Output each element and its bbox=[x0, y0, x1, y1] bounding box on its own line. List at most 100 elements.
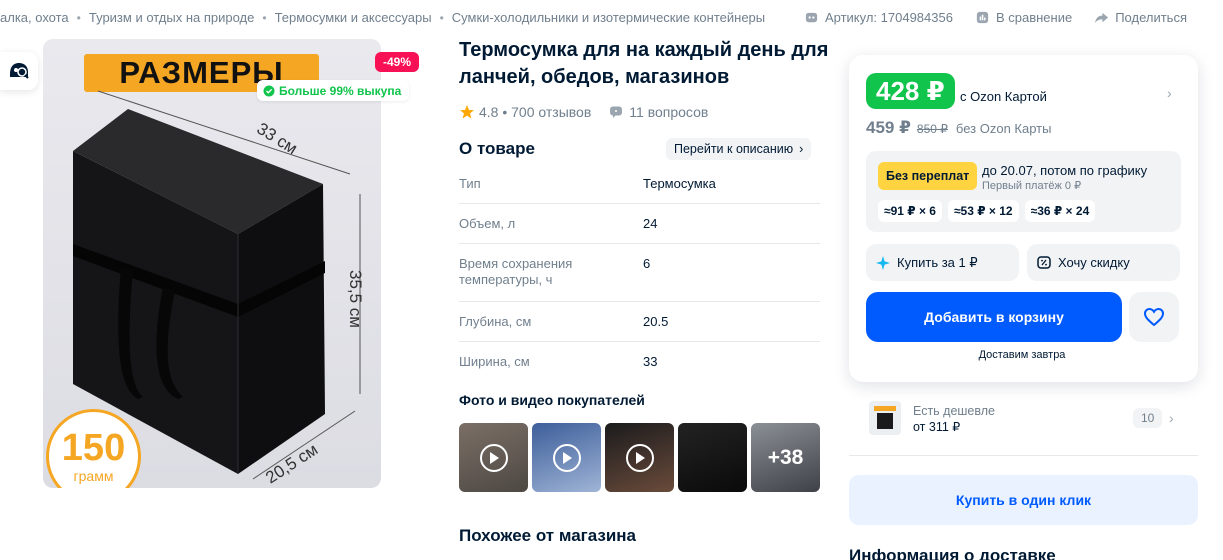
installment-plan[interactable]: ≈91 ₽ × 6 bbox=[878, 200, 942, 222]
price-card: 428 ₽ с Ozon Картой › 459 ₽ 850 ₽ без Oz… bbox=[849, 55, 1198, 382]
more-media-thumb[interactable]: +38 bbox=[751, 423, 820, 492]
divider bbox=[849, 455, 1198, 456]
spec-name: Глубина, см bbox=[459, 314, 532, 329]
search-by-image-button[interactable] bbox=[0, 52, 38, 90]
cheaper-text: Есть дешевле от 311 ₽ bbox=[913, 403, 995, 435]
breadcrumb-item[interactable]: Термосумки и аксессуары bbox=[275, 10, 432, 25]
installment-plan[interactable]: ≈36 ₽ × 24 bbox=[1024, 200, 1096, 222]
spec-value: 33 bbox=[643, 354, 658, 369]
share-label: Поделиться bbox=[1115, 10, 1187, 25]
spec-value: 24 bbox=[643, 216, 658, 231]
spec-row: Время сохранения температуры, ч 6 bbox=[459, 244, 820, 302]
breadcrumb-separator: • bbox=[439, 10, 444, 25]
rating-row: 4.8 • 700 отзывов 11 вопросов bbox=[459, 104, 708, 120]
spec-value: 6 bbox=[643, 256, 651, 271]
delivery-info-heading: Информация о доставке bbox=[849, 546, 1056, 560]
share-button[interactable]: Поделиться bbox=[1094, 10, 1187, 25]
article-number[interactable]: Артикул: 1704984356 bbox=[804, 10, 953, 25]
star-icon bbox=[460, 105, 474, 119]
weight-value: 150 bbox=[61, 427, 126, 469]
buy-for-1-label: Купить за 1 ₽ bbox=[897, 254, 978, 270]
spec-row: Объем, л 24 bbox=[459, 204, 820, 244]
installment-plans: ≈91 ₽ × 6 ≈53 ₽ × 12 ≈36 ₽ × 24 bbox=[878, 200, 1096, 222]
breadcrumb-item[interactable]: Туризм и отдых на природе bbox=[89, 10, 255, 25]
about-heading: О товаре bbox=[459, 139, 535, 158]
installment-block[interactable]: Без переплат до 20.07, потом по графику … bbox=[866, 151, 1181, 232]
specs-table: Тип Термосумка Объем, л 24 Время сохране… bbox=[459, 165, 820, 382]
cheaper-label: Есть дешевле bbox=[913, 404, 995, 418]
cheaper-offers[interactable]: Есть дешевле от 311 ₽ 10 › bbox=[849, 395, 1198, 441]
buy-for-1-button[interactable]: Купить за 1 ₽ bbox=[866, 244, 1019, 281]
compare-label: В сравнение bbox=[995, 10, 1073, 25]
spec-row: Ширина, см 33 bbox=[459, 342, 820, 382]
buyout-badge: Больше 99% выкупа bbox=[257, 80, 410, 101]
rating-reviews[interactable]: 4.8 • 700 отзывов bbox=[479, 104, 591, 120]
discount-badge: -49% bbox=[375, 52, 420, 72]
top-bar: алка, охота • Туризм и отдых на природе … bbox=[0, 0, 1223, 36]
add-to-cart-button[interactable]: Добавить в корзину bbox=[866, 292, 1122, 342]
customer-video-thumb[interactable] bbox=[459, 423, 528, 492]
no-overpay-badge: Без переплат bbox=[878, 162, 978, 190]
cheaper-count: 10 bbox=[1133, 408, 1163, 428]
goto-description-button[interactable]: Перейти к описанию › bbox=[666, 138, 812, 160]
installment-until: до 20.07, потом по графику bbox=[982, 163, 1148, 178]
spec-name: Ширина, см bbox=[459, 354, 530, 369]
questions-link[interactable]: 11 вопросов bbox=[609, 104, 708, 120]
delivery-note: Доставим завтра bbox=[978, 349, 1066, 361]
wishlist-button[interactable] bbox=[1129, 292, 1179, 342]
play-icon bbox=[479, 443, 508, 472]
article-text: Артикул: 1704984356 bbox=[824, 10, 953, 25]
bag-thumb-icon bbox=[874, 406, 896, 429]
breadcrumb-item[interactable]: алка, охота bbox=[0, 10, 69, 25]
copy-icon bbox=[805, 12, 818, 23]
buy-one-click-button[interactable]: Купить в один клик bbox=[849, 475, 1198, 525]
customer-video-thumb[interactable] bbox=[532, 423, 601, 492]
no-card-label: без Ozon Карты bbox=[955, 121, 1052, 136]
regular-price: 459 ₽ bbox=[866, 118, 911, 137]
ozon-card-label: с Ozon Картой bbox=[960, 89, 1047, 104]
old-price: 850 ₽ bbox=[916, 122, 948, 136]
share-icon bbox=[1095, 12, 1109, 24]
chat-icon bbox=[610, 106, 623, 118]
heart-icon bbox=[1143, 307, 1165, 327]
spec-value: Термосумка bbox=[643, 176, 716, 191]
image-search-icon bbox=[10, 63, 29, 79]
compare-button[interactable]: В сравнение bbox=[975, 10, 1072, 25]
breadcrumb-separator: • bbox=[262, 10, 267, 25]
play-icon bbox=[625, 443, 654, 472]
weight-unit: грамм bbox=[73, 468, 114, 484]
customer-media-strip: +38 bbox=[459, 423, 820, 492]
ozon-card-price[interactable]: 428 ₽ bbox=[866, 73, 955, 109]
breadcrumb-item[interactable]: Сумки-холодильники и изотермические конт… bbox=[452, 10, 765, 25]
want-discount-button[interactable]: Хочу скидку bbox=[1027, 244, 1180, 281]
questions-count: 11 вопросов bbox=[629, 104, 709, 120]
customer-photo-thumb[interactable] bbox=[678, 423, 747, 492]
product-title: Термосумка для на каждый день для ланчей… bbox=[459, 39, 829, 88]
dimension-height: 35,5 см bbox=[346, 270, 365, 328]
play-icon bbox=[552, 443, 581, 472]
spec-name: Тип bbox=[459, 176, 481, 191]
goto-description-label: Перейти к описанию bbox=[674, 142, 794, 156]
chevron-right-icon[interactable]: › bbox=[1167, 85, 1172, 101]
spec-name: Объем, л bbox=[459, 216, 516, 231]
compare-icon bbox=[976, 11, 989, 24]
similar-heading: Похожее от магазина bbox=[459, 526, 637, 545]
discount-tag-icon bbox=[1037, 255, 1051, 269]
product-meta: Артикул: 1704984356 В сравнение Поделить… bbox=[804, 10, 1187, 25]
spec-name: Время сохранения температуры, ч bbox=[459, 256, 573, 287]
breadcrumb-separator: • bbox=[76, 10, 81, 25]
cheaper-price: от 311 ₽ bbox=[913, 420, 961, 434]
breadcrumb: алка, охота • Туризм и отдых на природе … bbox=[0, 10, 765, 25]
want-discount-label: Хочу скидку bbox=[1058, 255, 1130, 270]
check-circle-icon bbox=[263, 85, 275, 96]
installment-first-payment: Первый платёж 0 ₽ bbox=[982, 180, 1082, 192]
customer-video-thumb[interactable] bbox=[605, 423, 674, 492]
spec-row: Глубина, см 20.5 bbox=[459, 302, 820, 342]
spec-row: Тип Термосумка bbox=[459, 165, 820, 204]
product-photo[interactable]: РАЗМЕРЫ 33 см 35,5 см 20,5 см 150 грамм bbox=[43, 39, 381, 488]
chevron-right-icon: › bbox=[799, 142, 804, 156]
chevron-right-icon: › bbox=[1169, 410, 1174, 426]
regular-price-row: 459 ₽ 850 ₽ без Ozon Карты bbox=[866, 118, 1051, 138]
spec-value: 20.5 bbox=[643, 314, 669, 329]
installment-plan[interactable]: ≈53 ₽ × 12 bbox=[947, 200, 1019, 222]
